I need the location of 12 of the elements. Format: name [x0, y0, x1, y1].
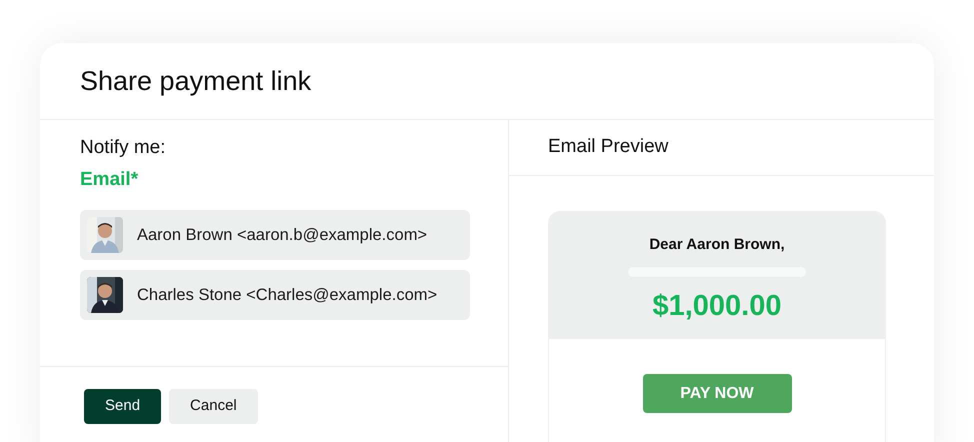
amount-text: $1,000.00 — [652, 288, 782, 324]
preview-title: Email Preview — [548, 135, 668, 160]
cancel-button[interactable]: Cancel — [169, 389, 258, 424]
recipient-chip[interactable]: Charles Stone <Charles@example.com> — [80, 270, 470, 320]
notify-label: Notify me: — [80, 136, 167, 160]
recipient-text: Charles Stone <Charles@example.com> — [137, 284, 438, 306]
send-button[interactable]: Send — [84, 389, 162, 424]
recipient-chip[interactable]: Aaron Brown <aaron.b@example.com> — [80, 210, 470, 260]
recipient-text: Aaron Brown <aaron.b@example.com> — [137, 224, 428, 246]
dialog-title: Share payment link — [80, 64, 312, 98]
greeting-text: Dear Aaron Brown, — [649, 235, 785, 255]
field-label: Email* — [80, 168, 140, 192]
